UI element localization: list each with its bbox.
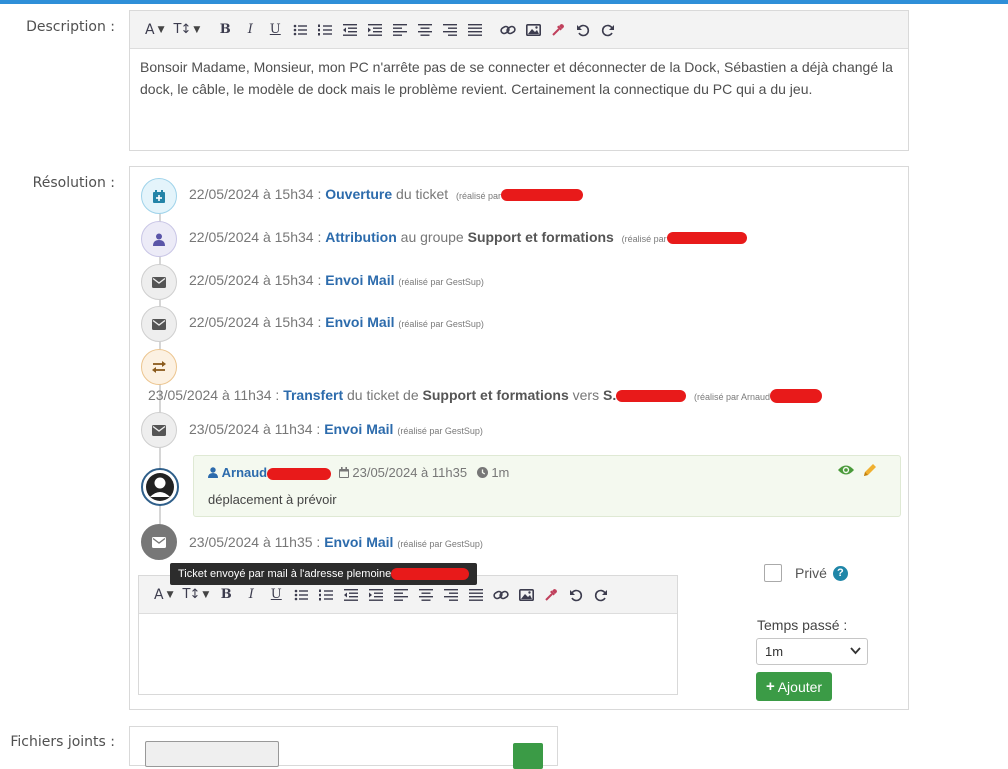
- envelope-icon: [141, 306, 177, 342]
- bullet-list-icon[interactable]: [290, 583, 312, 607]
- comment-date: 23/05/2024 à 11h35: [352, 465, 468, 480]
- align-right-icon[interactable]: [440, 583, 462, 607]
- timeline-entry: 23/05/2024 à 11h34 : Transfert du ticket…: [148, 387, 823, 404]
- outdent-icon[interactable]: [339, 18, 361, 42]
- redaction-mark: [501, 189, 583, 202]
- timeline-entry: 23/05/2024 à 11h34 : Envoi Mail (réalisé…: [189, 421, 483, 437]
- upload-button[interactable]: [513, 743, 543, 769]
- user-icon: [141, 221, 177, 257]
- plus-icon: +: [765, 678, 775, 695]
- redaction-mark: [391, 568, 470, 581]
- numbered-list-icon[interactable]: [315, 583, 337, 607]
- choose-file-button[interactable]: [145, 741, 279, 767]
- image-icon[interactable]: [522, 18, 544, 42]
- indent-icon[interactable]: [364, 18, 386, 42]
- eye-icon[interactable]: [837, 463, 855, 481]
- help-icon[interactable]: ?: [832, 565, 848, 581]
- redaction-mark: [770, 389, 823, 404]
- clock-icon: [476, 467, 488, 478]
- description-toolbar: A ▼ T↕ ▼ B I U: [130, 11, 908, 49]
- timeline-entry: 22/05/2024 à 15h34 : Envoi Mail (réalisé…: [189, 314, 484, 330]
- bold-button[interactable]: B: [214, 18, 236, 42]
- attachments-panel: [129, 726, 558, 769]
- description-label: Description :: [26, 19, 115, 35]
- eyedropper-icon[interactable]: [547, 18, 569, 42]
- exchange-icon: [141, 349, 177, 385]
- link-icon[interactable]: [490, 583, 512, 607]
- comment-text: déplacement à prévoir: [208, 492, 337, 507]
- bullet-list-icon[interactable]: [289, 18, 311, 42]
- redaction-mark: [666, 232, 747, 245]
- comment-duration: 1m: [491, 465, 510, 480]
- font-style-button[interactable]: A ▼: [142, 18, 168, 42]
- font-style-button[interactable]: A ▼: [151, 583, 177, 607]
- resolution-label: Résolution :: [32, 175, 115, 191]
- chevron-down-icon: [850, 647, 861, 655]
- calendar-icon: [338, 467, 349, 478]
- description-text[interactable]: Bonsoir Madame, Monsieur, mon PC n'arrêt…: [140, 56, 910, 100]
- comment-author: Arnaud: [221, 465, 268, 480]
- redaction-mark: [616, 390, 687, 403]
- numbered-list-icon[interactable]: [314, 18, 336, 42]
- description-editor[interactable]: A ▼ T↕ ▼ B I U Bonsoir Madame, Monsieur, m…: [129, 10, 909, 151]
- font-size-button[interactable]: T↕ ▼: [180, 583, 213, 607]
- redaction-mark: [267, 467, 332, 480]
- timeline-entry: 22/05/2024 à 15h34 : Envoi Mail (réalisé…: [189, 272, 484, 288]
- top-accent-bar: [0, 0, 1008, 4]
- underline-button[interactable]: U: [264, 18, 286, 42]
- undo-icon[interactable]: [565, 583, 587, 607]
- envelope-icon: [141, 264, 177, 300]
- italic-button[interactable]: I: [239, 18, 261, 42]
- link-icon[interactable]: [497, 18, 519, 42]
- attachments-label: Fichiers joints :: [10, 734, 115, 750]
- align-center-icon[interactable]: [414, 18, 436, 42]
- resolution-editor[interactable]: A ▼ T↕ ▼ B I U: [138, 575, 678, 695]
- private-checkbox[interactable]: [764, 564, 782, 582]
- tooltip: Ticket envoyé par mail à l'adresse plemo…: [170, 563, 478, 585]
- calendar-plus-icon: [141, 178, 177, 214]
- redo-icon[interactable]: [590, 583, 612, 607]
- comment-box: Arnaud 23/05/2024 à 11h35 1m déplacement…: [193, 455, 901, 517]
- envelope-icon: [141, 524, 177, 560]
- private-toggle: Privé ?: [764, 564, 848, 582]
- timeline-entry: 22/05/2024 à 15h34 : Ouverture du ticket…: [189, 186, 583, 202]
- underline-button[interactable]: U: [265, 583, 287, 607]
- align-justify-icon[interactable]: [464, 18, 486, 42]
- image-icon[interactable]: [515, 583, 537, 607]
- user-icon: [208, 467, 218, 478]
- italic-button[interactable]: I: [240, 583, 262, 607]
- bold-button[interactable]: B: [215, 583, 237, 607]
- time-spent-select[interactable]: 1m: [756, 638, 868, 665]
- timeline-entry: 22/05/2024 à 15h34 : Attribution au grou…: [189, 229, 747, 245]
- avatar: [141, 468, 179, 506]
- envelope-icon: [141, 412, 177, 448]
- indent-icon[interactable]: [365, 583, 387, 607]
- align-right-icon[interactable]: [439, 18, 461, 42]
- time-spent-value: 1m: [765, 644, 784, 659]
- align-center-icon[interactable]: [415, 583, 437, 607]
- align-left-icon[interactable]: [389, 18, 411, 42]
- font-size-button[interactable]: T↕ ▼: [171, 18, 204, 42]
- align-justify-icon[interactable]: [465, 583, 487, 607]
- comment-header: Arnaud 23/05/2024 à 11h35 1m: [208, 465, 509, 480]
- outdent-icon[interactable]: [340, 583, 362, 607]
- time-spent-label: Temps passé :: [757, 617, 848, 633]
- private-label: Privé: [795, 565, 827, 581]
- pencil-icon[interactable]: [862, 462, 878, 482]
- redo-icon[interactable]: [597, 18, 619, 42]
- align-left-icon[interactable]: [390, 583, 412, 607]
- undo-icon[interactable]: [572, 18, 594, 42]
- timeline-entry: 23/05/2024 à 11h35 : Envoi Mail (réalisé…: [189, 534, 483, 550]
- resolution-panel: 22/05/2024 à 15h34 : Ouverture du ticket…: [129, 166, 909, 710]
- add-button[interactable]: + Ajouter: [756, 672, 832, 701]
- eyedropper-icon[interactable]: [540, 583, 562, 607]
